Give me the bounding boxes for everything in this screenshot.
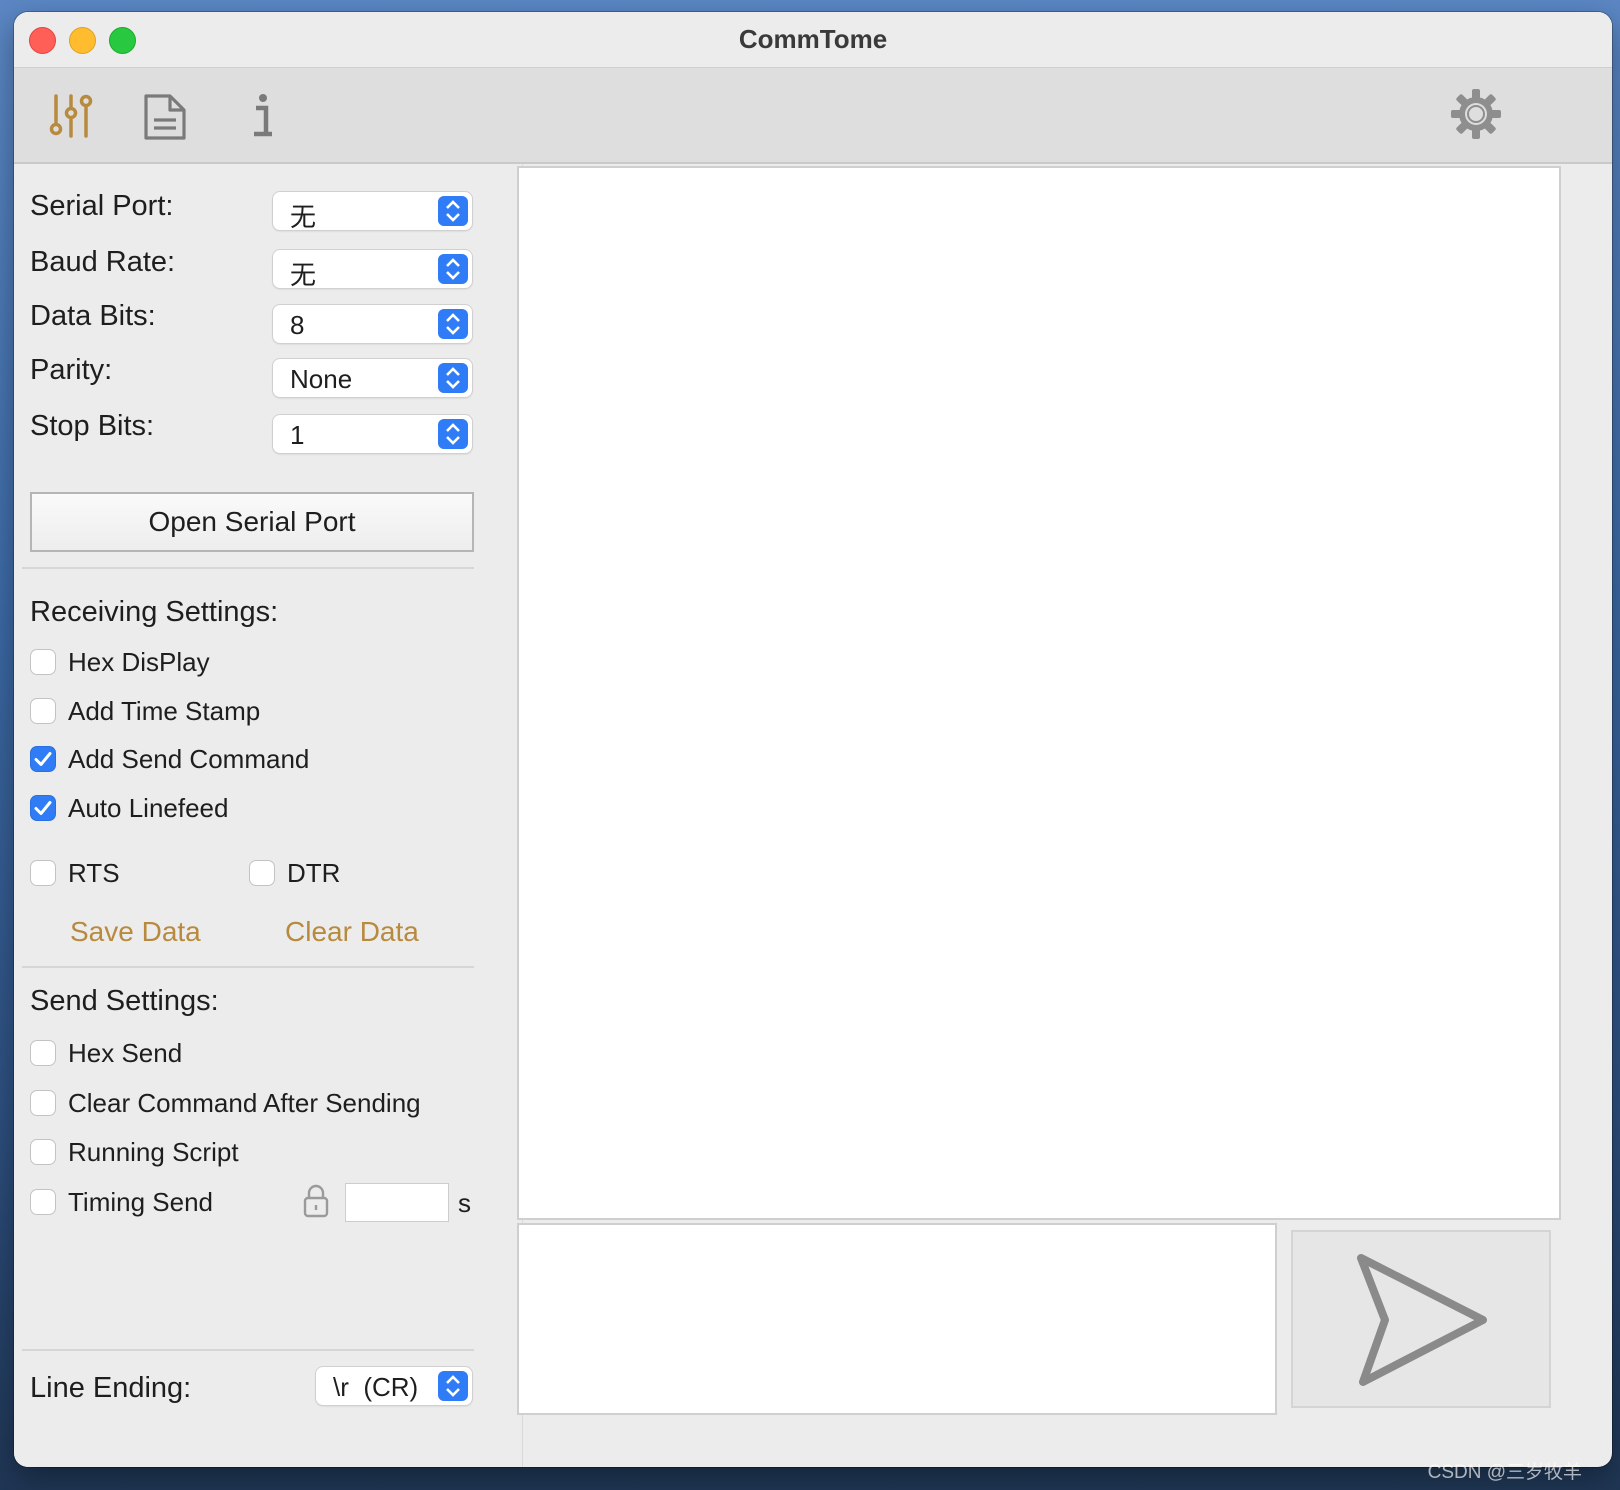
dtr-checkbox[interactable] <box>250 861 274 885</box>
window-title: CommTome <box>738 24 888 54</box>
baud-rate-value: 无 <box>290 260 317 290</box>
receiving-settings-title: Receiving Settings: <box>30 596 279 628</box>
line-ending-label: Line Ending: <box>30 1372 192 1404</box>
info-icon[interactable] <box>248 92 278 147</box>
divider <box>22 1349 474 1351</box>
settings-sidebar: Serial Port: 无 Baud Rate: 无 Data Bits: 8… <box>14 164 523 1467</box>
save-data-button[interactable]: Save Data <box>70 916 201 948</box>
gear-icon[interactable] <box>1450 88 1502 145</box>
updown-arrows-icon <box>438 419 468 449</box>
stop-bits-select[interactable]: 1 <box>273 415 472 453</box>
command-input[interactable] <box>517 1223 1277 1415</box>
interval-unit-label: s <box>458 1188 471 1218</box>
hex-send-label[interactable]: Hex Send <box>68 1038 182 1069</box>
baud-rate-label: Baud Rate: <box>30 246 176 278</box>
divider <box>22 567 474 569</box>
rts-checkbox[interactable] <box>31 861 55 885</box>
timing-send-checkbox[interactable] <box>31 1190 55 1214</box>
checkmark-icon <box>34 752 52 766</box>
parity-select[interactable]: None <box>273 359 472 397</box>
updown-arrows-icon <box>438 309 468 339</box>
hex-display-checkbox[interactable] <box>31 650 55 674</box>
send-settings-title: Send Settings: <box>30 985 219 1017</box>
updown-arrows-icon <box>438 196 468 226</box>
watermark: CSDN @三岁牧羊 <box>1427 1462 1582 1483</box>
line-ending-select[interactable]: \r (CR) <box>316 1367 472 1405</box>
title-bar: CommTome <box>14 12 1612 68</box>
hex-send-checkbox[interactable] <box>31 1041 55 1065</box>
hex-display-label[interactable]: Hex DisPlay <box>68 647 210 678</box>
updown-arrows-icon <box>438 254 468 284</box>
line-ending-value: \r (CR) <box>333 1372 419 1402</box>
data-bits-value: 8 <box>290 310 305 340</box>
updown-arrows-icon <box>438 1371 468 1401</box>
data-bits-label: Data Bits: <box>30 300 156 332</box>
divider <box>22 966 474 968</box>
baud-rate-select[interactable]: 无 <box>273 250 472 290</box>
stop-bits-label: Stop Bits: <box>30 410 155 442</box>
toolbar <box>14 68 1612 164</box>
parity-label: Parity: <box>30 354 113 386</box>
auto-linefeed-label[interactable]: Auto Linefeed <box>68 793 228 824</box>
updown-arrows-icon <box>438 363 468 393</box>
checkmark-icon <box>34 801 52 815</box>
add-time-stamp-checkbox[interactable] <box>31 699 55 723</box>
sliders-icon[interactable] <box>48 92 94 145</box>
app-window: CommTome Serial Port: 无 Baud Rate: 无 Dat… <box>14 12 1612 1467</box>
serial-port-label: Serial Port: <box>30 190 174 222</box>
stop-bits-value: 1 <box>290 420 305 450</box>
send-arrow-icon <box>1357 1254 1487 1386</box>
running-script-checkbox[interactable] <box>31 1140 55 1164</box>
document-icon[interactable] <box>142 92 188 147</box>
received-data-area[interactable] <box>517 166 1561 1220</box>
lock-icon[interactable] <box>303 1184 329 1223</box>
clear-data-button[interactable]: Clear Data <box>285 916 419 948</box>
open-serial-port-button[interactable]: Open Serial Port <box>30 492 474 552</box>
dtr-label[interactable]: DTR <box>287 858 340 889</box>
add-send-command-checkbox[interactable] <box>31 747 55 771</box>
auto-linefeed-checkbox[interactable] <box>31 796 55 820</box>
add-send-command-label[interactable]: Add Send Command <box>68 744 309 775</box>
clear-command-after-sending-checkbox[interactable] <box>31 1091 55 1115</box>
serial-port-select[interactable]: 无 <box>273 192 472 232</box>
rts-label[interactable]: RTS <box>68 858 120 889</box>
timing-send-label[interactable]: Timing Send <box>68 1187 213 1218</box>
timing-interval-input[interactable] <box>346 1184 448 1221</box>
send-button[interactable] <box>1291 1230 1551 1408</box>
add-time-stamp-label[interactable]: Add Time Stamp <box>68 696 260 727</box>
data-bits-select[interactable]: 8 <box>273 305 472 343</box>
parity-value: None <box>290 364 353 394</box>
clear-command-after-sending-label[interactable]: Clear Command After Sending <box>68 1088 421 1119</box>
running-script-label[interactable]: Running Script <box>68 1137 239 1168</box>
serial-port-value: 无 <box>290 202 317 232</box>
